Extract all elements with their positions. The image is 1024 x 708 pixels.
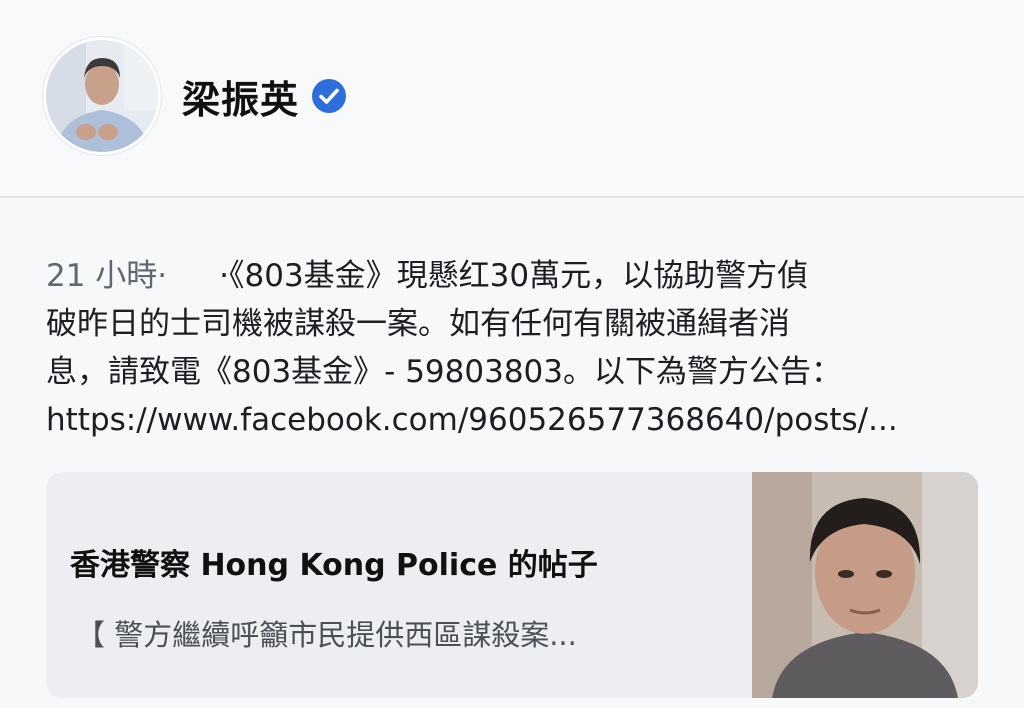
post-body: 21 小時· ·《803基金》現懸红30萬元，以協助警方偵 破昨日的士司機被謀殺一…: [46, 252, 976, 444]
profile-name[interactable]: 梁振英: [182, 69, 299, 124]
avatar[interactable]: [46, 40, 158, 152]
verified-badge-icon: [311, 78, 347, 114]
profile-name-row: 梁振英: [182, 68, 347, 124]
link-card-thumbnail: [752, 472, 978, 698]
post-text: ·《803基金》現懸红30萬元，以協助警方偵: [219, 258, 809, 294]
post-link[interactable]: https://www.facebook.com/960526577368640…: [46, 396, 976, 444]
link-card-title: 香港警察 Hong Kong Police 的帖子: [70, 548, 598, 583]
post-line: 21 小時· ·《803基金》現懸红30萬元，以協助警方偵: [46, 252, 976, 300]
post-line: 息，請致電《803基金》- 59803803。以下為警方公告：: [46, 354, 842, 390]
link-preview-card[interactable]: 香港警察 Hong Kong Police 的帖子 【 警方繼續呼籲市民提供西區…: [46, 472, 978, 698]
link-card-description: 【 警方繼續呼籲市民提供西區謀殺案...: [76, 618, 577, 652]
profile-header: 梁振英: [0, 0, 1024, 198]
post-timestamp[interactable]: 21 小時·: [46, 258, 167, 294]
post-line: 破昨日的士司機被謀殺一案。如有任何有關被通緝者消: [46, 306, 790, 342]
